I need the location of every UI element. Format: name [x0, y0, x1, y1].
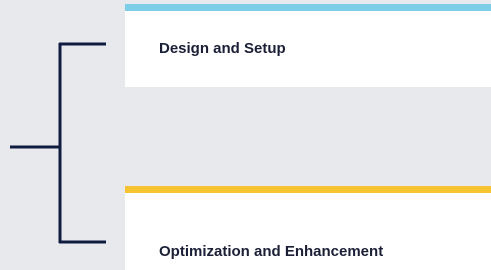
card-accent-bar-bottom [125, 186, 491, 193]
card-label-bottom: Optimization and Enhancement [159, 243, 384, 260]
card-design-and-setup: Design and Setup [125, 4, 491, 87]
card-optimization-and-enhancement: Optimization and Enhancement [125, 186, 491, 270]
card-accent-bar-top [125, 4, 491, 11]
card-label-top: Design and Setup [159, 40, 286, 57]
diagram: Design and Setup Optimization and Enhanc… [0, 0, 491, 270]
